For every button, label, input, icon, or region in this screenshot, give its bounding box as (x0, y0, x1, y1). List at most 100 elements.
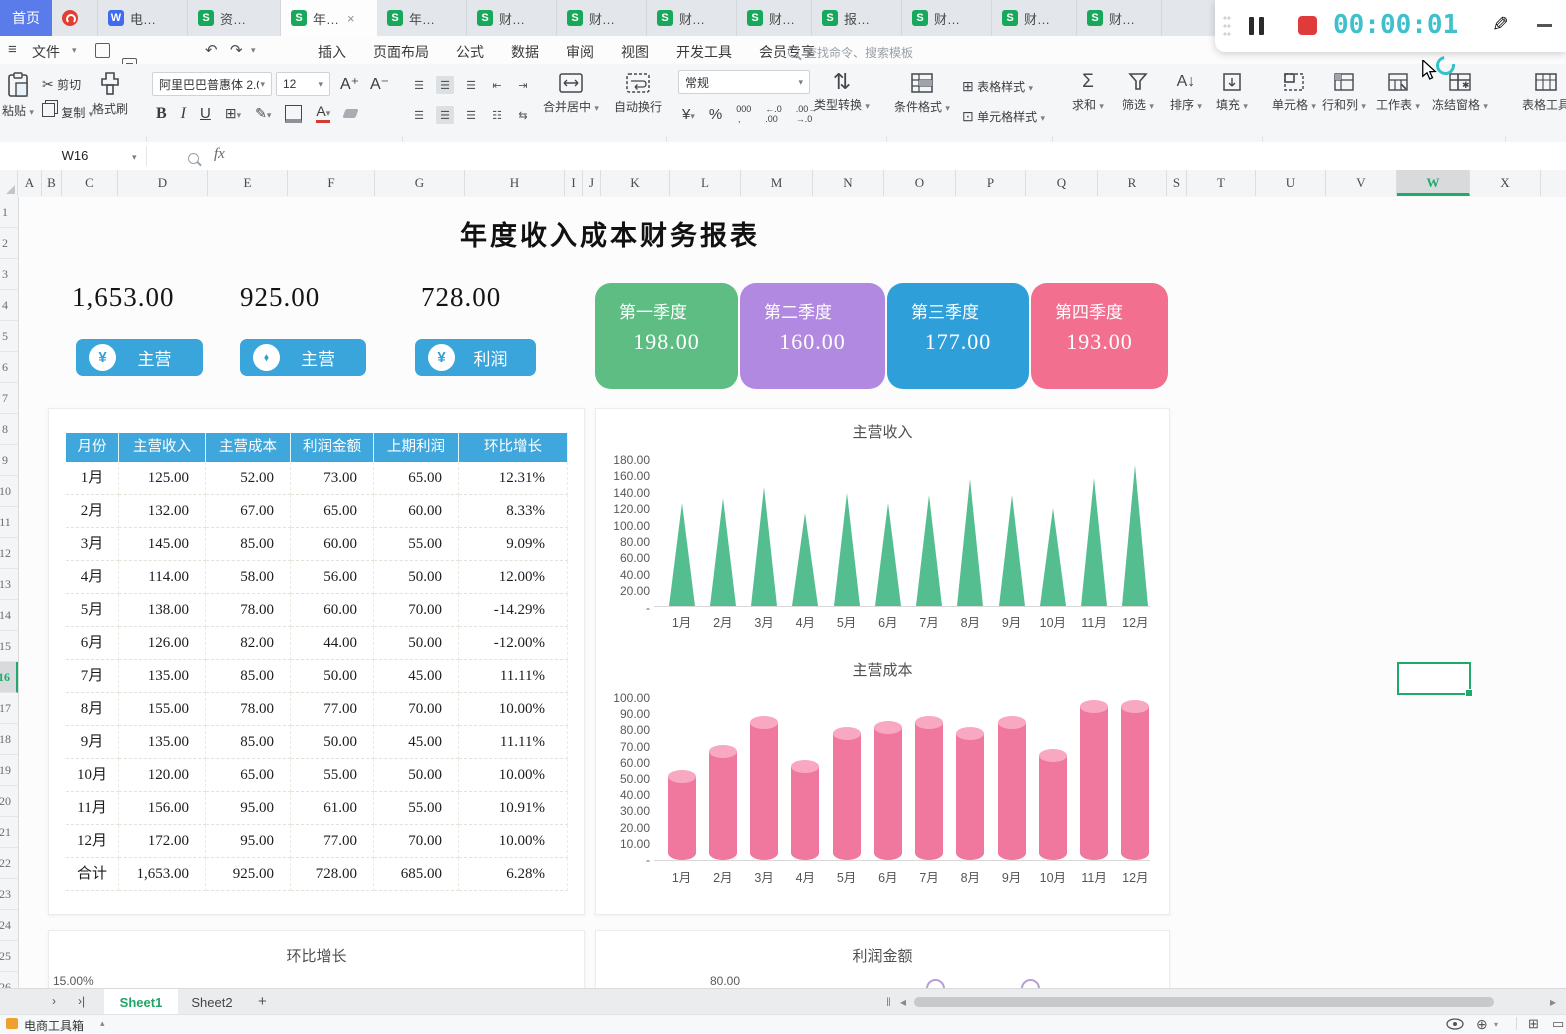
sort-button[interactable]: A↓ 排序 ▾ (1170, 72, 1202, 113)
column-header-N[interactable]: N (813, 170, 884, 196)
ribbon-tab-公式[interactable]: 公式 (456, 42, 484, 62)
pen-icon[interactable]: ✎ (1492, 12, 1509, 37)
increase-decimal-button[interactable]: ←.0.00 (765, 104, 782, 124)
row-header-9[interactable]: 9 (0, 445, 18, 476)
decrease-font-button[interactable]: A⁻ (370, 74, 389, 94)
eraser-button[interactable] (343, 109, 359, 118)
column-header-D[interactable]: D (118, 170, 208, 196)
ribbon-tab-数据[interactable]: 数据 (511, 42, 539, 62)
align-top-left-button[interactable]: ☰ (410, 76, 428, 94)
center-view-caret-icon[interactable]: ▾ (1494, 1020, 1498, 1029)
ribbon-tab-视图[interactable]: 视图 (621, 42, 649, 62)
hscroll-left-arrow-icon[interactable]: ◂ (900, 995, 906, 1009)
center-view-icon[interactable]: ⊕ (1476, 1016, 1488, 1033)
normal-view-icon[interactable]: ⊞ (1528, 1016, 1539, 1032)
column-header-I[interactable]: I (565, 170, 583, 196)
sheet-tab-Sheet1[interactable]: Sheet1 (104, 989, 178, 1015)
formula-input[interactable] (240, 142, 1566, 169)
select-all-corner[interactable] (0, 170, 18, 196)
number-format-select[interactable]: 常规▾ (678, 70, 810, 94)
bold-button[interactable]: B (156, 105, 167, 123)
stop-record-button[interactable] (1298, 16, 1317, 35)
ribbon-tab-页面布局[interactable]: 页面布局 (373, 42, 429, 62)
align-left-button[interactable]: ☰ (410, 106, 428, 124)
row-header-18[interactable]: 18 (0, 724, 18, 755)
document-tab[interactable]: S年… (377, 0, 467, 36)
row-header-12[interactable]: 12 (0, 538, 18, 569)
summary-button-利润[interactable]: ¥利润 (415, 339, 536, 376)
merge-center-button[interactable]: 合并居中 ▾ (543, 72, 599, 115)
copy-button[interactable]: 复制 ▾ (42, 103, 93, 121)
column-header-L[interactable]: L (670, 170, 741, 196)
fill-handle[interactable] (1465, 689, 1473, 697)
row-header-11[interactable]: 11 (0, 507, 18, 538)
table-style-button[interactable]: ⊞ 表格样式 ▾ (962, 78, 1033, 95)
column-header-A[interactable]: A (18, 170, 42, 196)
add-sheet-button[interactable]: + (258, 993, 267, 1010)
currency-button[interactable]: ¥▾ (682, 106, 695, 123)
orientation-button[interactable]: ⇆ (514, 106, 532, 124)
decrease-indent-button[interactable]: ⇤ (488, 76, 506, 94)
tab-close-icon[interactable]: × (347, 11, 355, 26)
row-header-24[interactable]: 24 (0, 910, 18, 941)
scrollbar-split-handle[interactable]: ‖ (886, 995, 891, 1009)
column-header-C[interactable]: C (62, 170, 118, 196)
row-header-2[interactable]: 2 (0, 228, 18, 259)
document-tab[interactable]: S财… (1077, 0, 1162, 36)
cut-button[interactable]: ✂ 剪切 (42, 76, 81, 93)
ecommerce-toolbox-button[interactable]: 电商工具箱 (24, 1017, 84, 1034)
undo-icon[interactable]: ↶ (205, 41, 218, 59)
document-tab[interactable]: S财… (557, 0, 647, 36)
align-top-right-button[interactable]: ☰ (462, 76, 480, 94)
document-tab[interactable]: S财… (737, 0, 812, 36)
borders-button[interactable]: ⊞▾ (225, 105, 241, 122)
font-size-select[interactable]: 12▾ (276, 72, 330, 96)
filter-button[interactable]: 筛选 ▾ (1122, 72, 1154, 113)
rows-cols-button[interactable]: 行和列 ▾ (1322, 72, 1366, 113)
new-file-icon[interactable] (95, 43, 110, 58)
type-convert-button[interactable]: ⇅ 类型转换 ▾ (814, 72, 870, 113)
increase-indent-button[interactable]: ⇥ (514, 76, 532, 94)
row-header-7[interactable]: 7 (0, 383, 18, 414)
document-tab[interactable]: W电… (98, 0, 188, 36)
row-header-3[interactable]: 3 (0, 259, 18, 290)
document-tab[interactable]: S年…× (281, 0, 377, 36)
column-header-K[interactable]: K (601, 170, 670, 196)
row-header-23[interactable]: 23 (0, 879, 18, 910)
column-header-J[interactable]: J (583, 170, 601, 196)
column-header-H[interactable]: H (465, 170, 565, 196)
row-header-10[interactable]: 10 (0, 476, 18, 507)
ribbon-tab-开发工具[interactable]: 开发工具 (676, 42, 732, 62)
row-header-19[interactable]: 19 (0, 755, 18, 786)
minimize-icon[interactable] (1537, 24, 1552, 27)
command-search[interactable]: 查找命令、搜索模板 (788, 44, 913, 61)
summary-button-主营[interactable]: ⬪主营 (240, 339, 366, 376)
summary-button-主营[interactable]: ¥主营 (76, 339, 203, 376)
column-header-O[interactable]: O (884, 170, 956, 196)
horizontal-scrollbar-thumb[interactable] (914, 997, 1494, 1007)
row-header-21[interactable]: 21 (0, 817, 18, 848)
row-header-14[interactable]: 14 (0, 600, 18, 631)
row-header-17[interactable]: 17 (0, 693, 18, 724)
column-header-Q[interactable]: Q (1026, 170, 1098, 196)
row-header-6[interactable]: 6 (0, 352, 18, 383)
eye-icon[interactable] (1446, 1018, 1464, 1030)
table-tools-button[interactable]: 表格工具 (1516, 72, 1566, 113)
percent-button[interactable]: % (709, 106, 722, 123)
conditional-format-button[interactable]: 条件格式 ▾ (894, 72, 950, 115)
row-header-25[interactable]: 25 (0, 941, 18, 972)
column-header-W[interactable]: W (1397, 170, 1470, 196)
document-tab[interactable]: S财… (647, 0, 737, 36)
search-icon[interactable] (188, 151, 199, 169)
home-tab[interactable]: 首页 (0, 0, 52, 36)
hscroll-right-arrow-icon[interactable]: ▸ (1550, 995, 1556, 1009)
format-painter-button[interactable]: 格式刷 (92, 72, 128, 117)
font-color-button[interactable]: A▾ (316, 104, 330, 123)
document-tab[interactable]: S财… (992, 0, 1077, 36)
file-menu-caret-icon[interactable]: ▾ (72, 45, 77, 56)
document-tab[interactable]: S财… (467, 0, 557, 36)
sheet-nav-last-icon[interactable]: ›| (78, 994, 85, 1008)
pause-button[interactable] (1249, 17, 1264, 35)
column-header-T[interactable]: T (1187, 170, 1256, 196)
cells-button[interactable]: 单元格 ▾ (1272, 72, 1316, 113)
